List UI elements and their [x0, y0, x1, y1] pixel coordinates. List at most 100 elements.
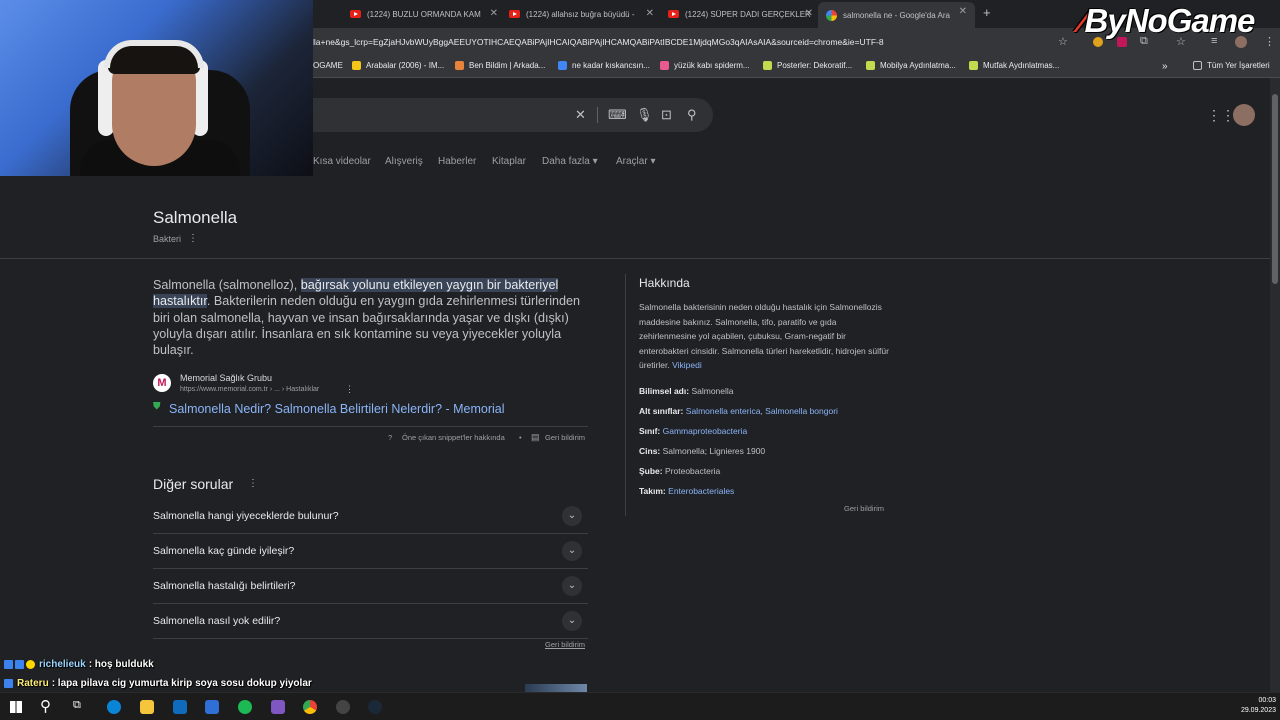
close-icon[interactable]: ✕ [490, 8, 498, 19]
clear-icon[interactable]: ✕ [575, 107, 586, 123]
keyboard-icon[interactable]: ⌨ [608, 107, 627, 123]
store-icon[interactable] [205, 700, 219, 714]
snippet-text-after: . Bakterilerin neden olduğu en yaygın gı… [153, 294, 581, 358]
bookmark-item[interactable]: OGAME [313, 61, 343, 70]
bookmark-item[interactable]: ne kadar kıskancsın... [558, 61, 650, 70]
kp-key: Takım: [639, 486, 666, 496]
source-name[interactable]: Memorial Sağlık Grubu [180, 373, 272, 383]
chevron-down-icon[interactable]: ⌄ [562, 541, 582, 561]
source-result-link[interactable]: Salmonella Nedir? Salmonella Belirtileri… [169, 402, 505, 416]
bookmark-label: ne kadar kıskancsın... [572, 61, 650, 70]
steam-icon[interactable] [368, 700, 382, 714]
about-snippets-link[interactable]: Öne çıkan snippet'ler hakkında [402, 433, 505, 442]
bookmark-label: Ben Bildim | Arkada... [469, 61, 546, 70]
result-thumbnail[interactable] [525, 684, 587, 692]
bookmarks-overflow-button[interactable]: » [1162, 61, 1168, 72]
snippet-divider [153, 426, 588, 427]
stream-logo: ⁄ByNoGame [1080, 2, 1255, 40]
chevron-down-icon[interactable]: ⌄ [562, 576, 582, 596]
app-icon[interactable] [271, 700, 285, 714]
tab-youtube-3[interactable]: (1224) SÜPER DADI GERÇEKLER ✕ [668, 4, 813, 24]
close-icon[interactable]: ✕ [646, 8, 654, 19]
spotify-icon[interactable] [238, 700, 252, 714]
bookmark-item[interactable]: Posterler: Dekoratif... [763, 61, 852, 70]
paa-question-text: Salmonella hangi yiyeceklerde bulunur? [153, 509, 339, 522]
source-options-icon[interactable]: ⋮ [345, 384, 354, 395]
kp-value: Salmonella; Lignieres 1900 [662, 446, 766, 456]
tab-label: (1224) BUZLU ORMANDA KAM [367, 9, 481, 19]
paa-question[interactable]: Salmonella hastalığı belirtileri? ⌄ [153, 568, 588, 603]
chevron-down-icon[interactable]: ⌄ [562, 506, 582, 526]
knowledge-panel-divider [625, 274, 626, 516]
kp-value-link[interactable]: Salmonella enterica, Salmonella bongori [686, 406, 838, 416]
featured-snippet-text: Salmonella (salmonelloz), bağırsak yolun… [153, 277, 593, 358]
tab-short-videos[interactable]: Kısa videolar [313, 156, 371, 167]
edge-icon[interactable] [107, 700, 121, 714]
all-bookmarks-button[interactable]: Tüm Yer İşaretleri [1193, 61, 1270, 70]
apps-grid-icon[interactable]: ⋮⋮ [1207, 107, 1235, 124]
bookmark-star-icon[interactable]: ☆ [1058, 35, 1068, 48]
knowledge-panel-description: Salmonella bakterisinin neden olduğu has… [639, 300, 891, 373]
bookmark-item[interactable]: yüzük kabı spiderm... [660, 61, 750, 70]
windows-start-icon[interactable] [10, 701, 22, 713]
tab-news[interactable]: Haberler [438, 156, 476, 167]
tab-youtube-2[interactable]: (1224) allahsız buğra büyüdü - ✕ [509, 4, 654, 24]
kp-value-link[interactable]: Enterobacteriales [668, 486, 734, 496]
tab-books[interactable]: Kitaplar [492, 156, 526, 167]
menu-icon[interactable]: ⋮ [1264, 35, 1275, 48]
bookmark-item[interactable]: Mobilya Aydınlatma... [866, 61, 956, 70]
source-path[interactable]: https://www.memorial.com.tr › ... › Hast… [180, 386, 319, 393]
kp-row-class: Sınıf: Gammaproteobacteria [639, 426, 747, 436]
snippet-feedback-link[interactable]: Geri bildirim [545, 433, 585, 442]
system-clock[interactable]: 00:03 29.09.2023 [1241, 696, 1276, 716]
kp-key: Şube: [639, 466, 663, 476]
chat-message: richelieuk : hoş buldukk [4, 659, 154, 670]
tab-google-search[interactable]: salmonella ne - Google'da Ara ✕ [818, 2, 975, 28]
paa-feedback-link[interactable]: Geri bildirim [545, 640, 585, 649]
paa-question[interactable]: Salmonella kaç günde iyileşir? ⌄ [153, 533, 588, 568]
bookmark-item[interactable]: Mutfak Aydınlatmas... [969, 61, 1059, 70]
chrome-icon[interactable] [303, 700, 317, 714]
bookmark-item[interactable]: Ben Bildim | Arkada... [455, 61, 545, 70]
google-icon [826, 9, 837, 21]
bookmark-icon [969, 61, 978, 70]
bookmark-icon [866, 61, 875, 70]
outlook-icon[interactable] [173, 700, 187, 714]
paa-question-text: Salmonella hastalığı belirtileri? [153, 579, 296, 592]
kp-key: Cins: [639, 446, 661, 456]
page-scrollbar[interactable] [1270, 78, 1280, 692]
knowledge-panel-title: Hakkında [639, 276, 690, 290]
more-options-icon[interactable]: ⋮ [188, 233, 198, 244]
search-divider [597, 107, 598, 123]
kp-feedback-link[interactable]: Geri bildirim [844, 504, 884, 513]
wikipedia-link[interactable]: Vikipedi [672, 360, 702, 370]
paa-options-icon[interactable]: ⋮ [248, 478, 258, 489]
microphone-icon[interactable]: 🎙 [636, 107, 653, 123]
paa-question[interactable]: Salmonella hangi yiyeceklerde bulunur? ⌄ [153, 498, 588, 533]
tab-shopping[interactable]: Alışveriş [385, 156, 423, 167]
close-icon[interactable]: ✕ [959, 6, 967, 17]
tab-more[interactable]: Daha fazla ▾ [542, 156, 598, 167]
chevron-down-icon[interactable]: ⌄ [562, 611, 582, 631]
paa-divider [153, 638, 588, 639]
tab-youtube-1[interactable]: (1224) BUZLU ORMANDA KAM ✕ [350, 4, 498, 24]
chat-text: : hoş buldukk [88, 659, 154, 670]
url-field[interactable]: lla+ne&gs_lcrp=EgZjaHJvbWUyBggAEEUYOTIHC… [312, 32, 1082, 52]
obs-icon[interactable] [336, 700, 350, 714]
file-explorer-icon[interactable] [140, 700, 154, 714]
account-avatar[interactable] [1233, 104, 1255, 126]
scrollbar-thumb[interactable] [1272, 94, 1278, 284]
task-view-icon[interactable]: ⧉ [73, 699, 81, 712]
youtube-icon [668, 10, 679, 18]
chat-username: richelieuk [39, 659, 86, 670]
lens-icon[interactable]: ⊡ [661, 107, 672, 123]
search-box[interactable]: ✕ ⌨ 🎙 ⊡ ⚲ [313, 98, 713, 132]
paa-question[interactable]: Salmonella nasıl yok edilir? ⌄ [153, 603, 588, 638]
tab-tools[interactable]: Araçlar ▾ [616, 156, 655, 167]
close-icon[interactable]: ✕ [805, 8, 813, 19]
new-tab-button[interactable]: + [983, 5, 991, 20]
search-icon[interactable]: ⚲ [687, 107, 697, 123]
search-icon[interactable]: ⚲ [40, 697, 51, 715]
kp-value-link[interactable]: Gammaproteobacteria [663, 426, 748, 436]
bookmark-item[interactable]: Arabalar (2006) - IM... [352, 61, 444, 70]
